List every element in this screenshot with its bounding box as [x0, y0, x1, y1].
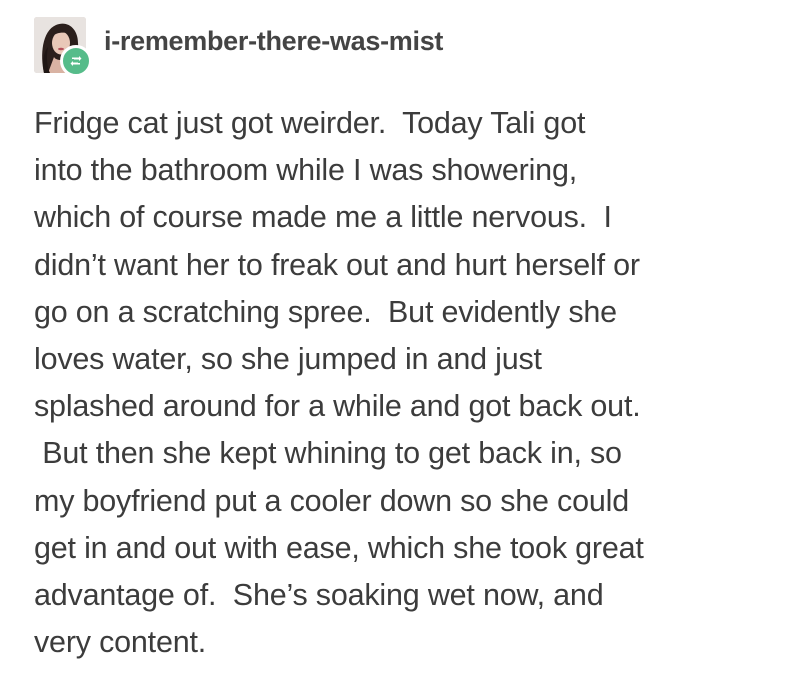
tumblr-post: i-remember-there-was-mist Fridge cat jus… — [0, 0, 800, 677]
post-body-line: Fridge cat just got weirder. Today Tali … — [34, 106, 586, 140]
post-body-line: my boyfriend put a cooler down so she co… — [34, 483, 629, 518]
post-body-line: into the bathroom while I was showering, — [34, 153, 577, 188]
post-body-line: But then she kept whining to get back in… — [34, 436, 622, 471]
username-link[interactable]: i-remember-there-was-mist — [104, 26, 443, 57]
post-header: i-remember-there-was-mist — [34, 17, 443, 77]
post-body-line: get in and out with ease, which she took… — [34, 530, 644, 565]
post-body-line: go on a scratching spree. But evidently … — [34, 294, 617, 329]
post-body-line: which of course made me a little nervous… — [34, 200, 612, 235]
post-body-line: didn’t want her to freak out and hurt he… — [34, 247, 640, 282]
post-body-line: splashed around for a while and got back… — [34, 389, 641, 424]
reblog-icon — [60, 45, 92, 77]
post-body-line: advantage of. She’s soaking wet now, and — [34, 578, 604, 613]
post-body-line: very content. — [34, 625, 207, 660]
avatar[interactable] — [34, 17, 92, 77]
post-body-line: loves water, so she jumped in and just — [34, 342, 542, 377]
post-body: Fridge cat just got weirder. Today Tali … — [34, 100, 794, 666]
